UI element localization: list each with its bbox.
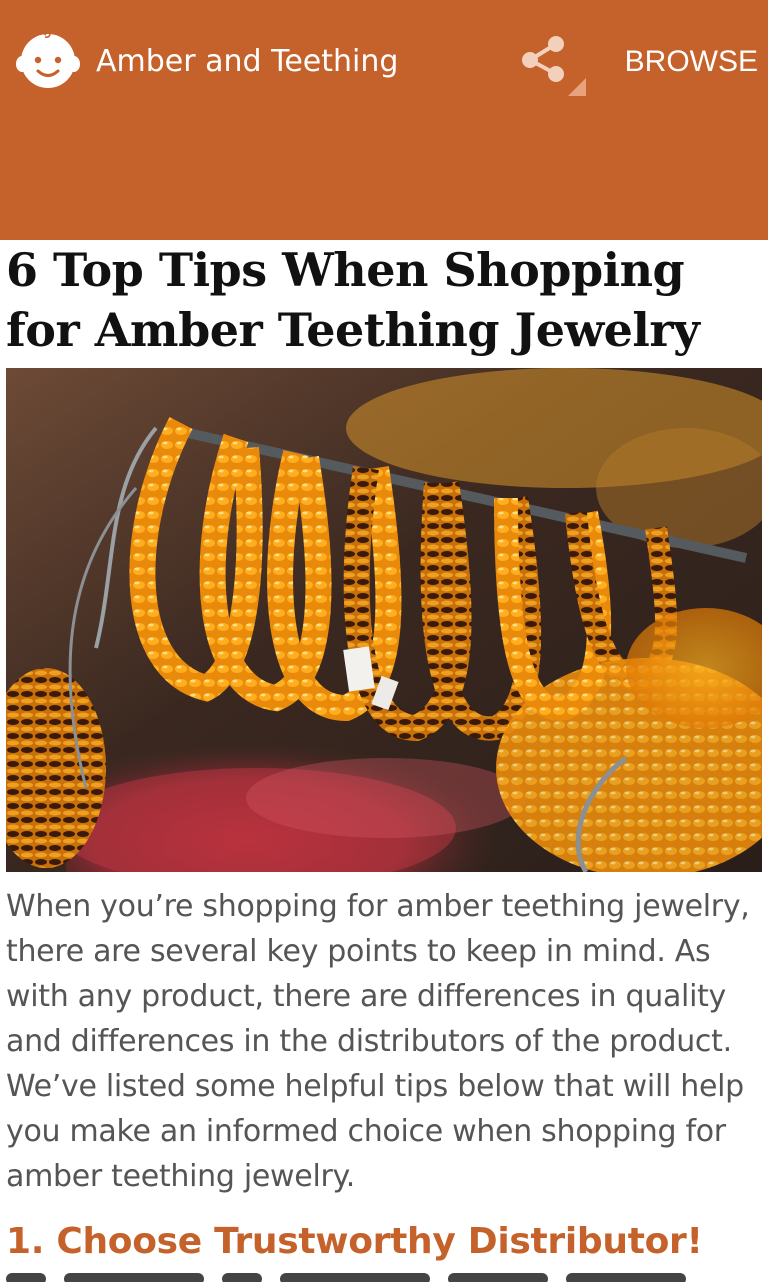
baby-face-icon[interactable] (16, 30, 80, 90)
browse-button[interactable]: BROWSE (625, 40, 758, 84)
article-title: 6 Top Tips When Shopping for Amber Teeth… (6, 243, 700, 357)
intro-paragraph: When you’re shopping for amber teething … (6, 889, 750, 1194)
app-bar: Amber and Teething BROWSE (0, 0, 768, 240)
hero-image (6, 368, 762, 872)
share-icon[interactable] (516, 28, 588, 98)
section-heading: 1. Choose Trustworthy Distributor! (6, 1221, 703, 1262)
app-title: Amber and Teething (96, 44, 399, 79)
next-paragraph-cropped (6, 1270, 746, 1282)
